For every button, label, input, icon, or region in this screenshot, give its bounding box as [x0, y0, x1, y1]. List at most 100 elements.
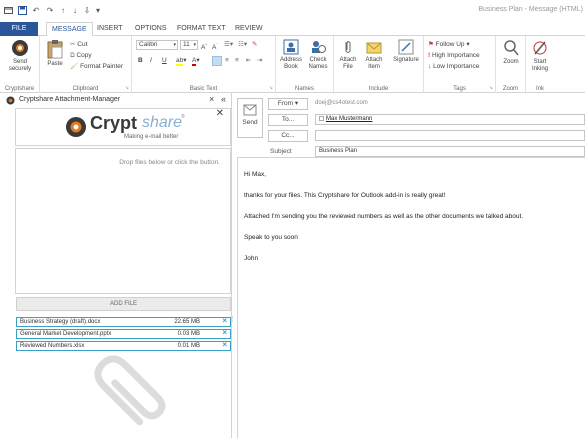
customize-icon[interactable]: ▾ — [94, 5, 102, 15]
to-recipient[interactable]: Max Mustermann — [326, 116, 372, 122]
clear-formatting-icon[interactable]: ✎ — [252, 40, 257, 50]
align-left-icon[interactable] — [212, 56, 222, 66]
group-label-tags: Tags — [453, 86, 466, 92]
send-securely-label: Send securely — [8, 59, 32, 72]
subject-field[interactable]: Business Plan — [315, 146, 585, 157]
logo-close-icon[interactable]: ✕ — [216, 108, 224, 119]
more-icon[interactable]: ⇩ — [82, 5, 92, 15]
tab-message[interactable]: MESSAGE — [46, 22, 93, 37]
subject-label: Subject — [270, 148, 292, 155]
grow-font-icon[interactable]: A^ — [201, 40, 207, 51]
cut-label: Cut — [77, 41, 88, 48]
check-names-button[interactable]: Check Names — [305, 39, 331, 71]
pane-close-icon[interactable]: × — [209, 94, 214, 104]
remove-file-icon[interactable]: × — [222, 341, 227, 349]
file-row[interactable]: Business Strategy (draft).docx 22.65 MB … — [16, 317, 231, 327]
send-button[interactable]: Send — [237, 98, 263, 138]
add-file-button[interactable]: ADD FILE — [16, 297, 231, 311]
flag-icon: ⚑ — [428, 41, 434, 48]
to-button[interactable]: To... — [268, 114, 308, 126]
file-drop-zone[interactable]: Drop files below or click the button. — [15, 148, 231, 294]
up-icon[interactable]: ↑ — [58, 5, 68, 15]
decrease-indent-icon[interactable]: ⇤ — [246, 56, 251, 66]
address-book-icon — [283, 39, 299, 55]
copy-label: Copy — [76, 52, 92, 59]
file-name: Business Strategy (draft).docx — [20, 319, 101, 325]
file-name: Reviewed Numbers.xlsx — [20, 343, 85, 349]
body-line: thanks for your files. This Cryptshare f… — [244, 192, 446, 199]
font-size-select[interactable]: 11 ▾ — [180, 40, 198, 50]
increase-indent-icon[interactable]: ⇥ — [257, 56, 262, 66]
paste-button[interactable]: Paste — [44, 39, 66, 68]
undo-icon[interactable]: ↶ — [31, 5, 41, 15]
file-name: General Market Development.pptx — [20, 331, 112, 337]
font-color-icon[interactable]: A▾ — [192, 56, 200, 66]
tab-options[interactable]: OPTIONS — [130, 22, 172, 36]
align-right-icon[interactable]: ≡ — [235, 56, 239, 66]
paperclip-watermark-icon — [94, 355, 166, 426]
align-center-icon[interactable]: ≡ — [225, 56, 229, 66]
follow-up-button[interactable]: ⚑ Follow Up ▾ — [428, 40, 470, 50]
down-icon[interactable]: ↓ — [70, 5, 80, 15]
tab-review[interactable]: REVIEW — [230, 22, 268, 36]
signature-icon — [398, 39, 414, 55]
file-size: 0.03 MB — [177, 331, 200, 337]
from-button[interactable]: From ▾ — [268, 98, 308, 110]
chevron-down-icon: ▾ — [193, 42, 196, 48]
address-book-button[interactable]: Address Book — [278, 39, 304, 71]
send-securely-button[interactable]: Send securely — [2, 39, 38, 73]
follow-up-label: Follow Up — [435, 41, 465, 48]
attach-file-button[interactable]: Attach File — [336, 39, 360, 71]
shrink-font-icon[interactable]: Aˇ — [212, 40, 218, 51]
file-size: 22.65 MB — [174, 319, 200, 325]
from-address: doej@cs4otest.com — [315, 100, 368, 106]
format-painter-button[interactable]: 🖌 Format Painter — [70, 62, 123, 72]
body-line: Hi Max, — [244, 171, 267, 178]
cc-button[interactable]: Cc... — [268, 130, 308, 142]
tab-format-text[interactable]: FORMAT TEXT — [172, 22, 231, 36]
pane-collapse-icon[interactable]: « — [221, 94, 226, 104]
logo-crypt-text: Crypt — [90, 113, 138, 133]
remove-file-icon[interactable]: × — [222, 317, 227, 325]
tab-file[interactable]: FILE — [0, 22, 38, 36]
body-line: Speak to you soon — [244, 234, 298, 241]
check-names-icon — [312, 41, 326, 53]
underline-button[interactable]: U — [162, 56, 167, 66]
window-title: Business Plan - Message (HTML) — [478, 6, 583, 13]
font-size-value: 11 — [183, 41, 190, 48]
group-label-ink: Ink — [535, 86, 544, 92]
group-tags: ⚑ Follow Up ▾ ! High Importance ↓ Low Im… — [424, 36, 496, 93]
cc-field[interactable] — [315, 130, 585, 141]
paperclip-icon — [345, 41, 351, 53]
low-importance-button[interactable]: ↓ Low Importance — [428, 62, 479, 72]
tab-insert[interactable]: INSERT — [92, 22, 128, 36]
italic-button[interactable]: I — [150, 56, 152, 66]
font-name-select[interactable]: Calibri ▾ — [136, 40, 178, 50]
basic-text-launcher-icon[interactable]: ↘ — [269, 85, 273, 91]
highlight-icon[interactable]: ab▾ — [176, 56, 187, 66]
to-field[interactable]: Max Mustermann — [315, 114, 585, 125]
message-body[interactable]: Hi Max, thanks for your files. This Cryp… — [237, 157, 585, 438]
attach-item-label: Attach Item — [365, 57, 383, 70]
file-row[interactable]: General Market Development.pptx 0.03 MB … — [16, 329, 231, 339]
attach-item-button[interactable]: Attach Item — [361, 39, 387, 71]
group-names: Address Book Check Names Names — [276, 36, 334, 93]
outlook-icon[interactable] — [3, 5, 13, 15]
clipboard-launcher-icon[interactable]: ↘ — [125, 85, 129, 91]
cut-button[interactable]: ✂ Cut — [70, 40, 87, 50]
bullets-icon[interactable]: ☰▾ — [224, 40, 233, 50]
redo-icon[interactable]: ↷ — [45, 5, 55, 15]
chevron-down-icon: ▾ — [173, 42, 176, 48]
bold-button[interactable]: B — [138, 56, 143, 66]
zoom-button[interactable]: Zoom — [498, 39, 524, 66]
high-importance-button[interactable]: ! High Importance — [428, 51, 480, 61]
numbering-icon[interactable]: ☷▾ — [238, 40, 247, 50]
remove-file-icon[interactable]: × — [222, 329, 227, 337]
cut-icon: ✂ — [70, 41, 76, 48]
signature-button[interactable]: Signature — [390, 39, 422, 64]
start-inking-button[interactable]: Start Inking — [527, 39, 553, 73]
tags-launcher-icon[interactable]: ↘ — [489, 85, 493, 91]
save-icon[interactable] — [17, 5, 27, 15]
subject-value: Business Plan — [319, 148, 358, 154]
copy-button[interactable]: ⧉ Copy — [70, 51, 92, 61]
